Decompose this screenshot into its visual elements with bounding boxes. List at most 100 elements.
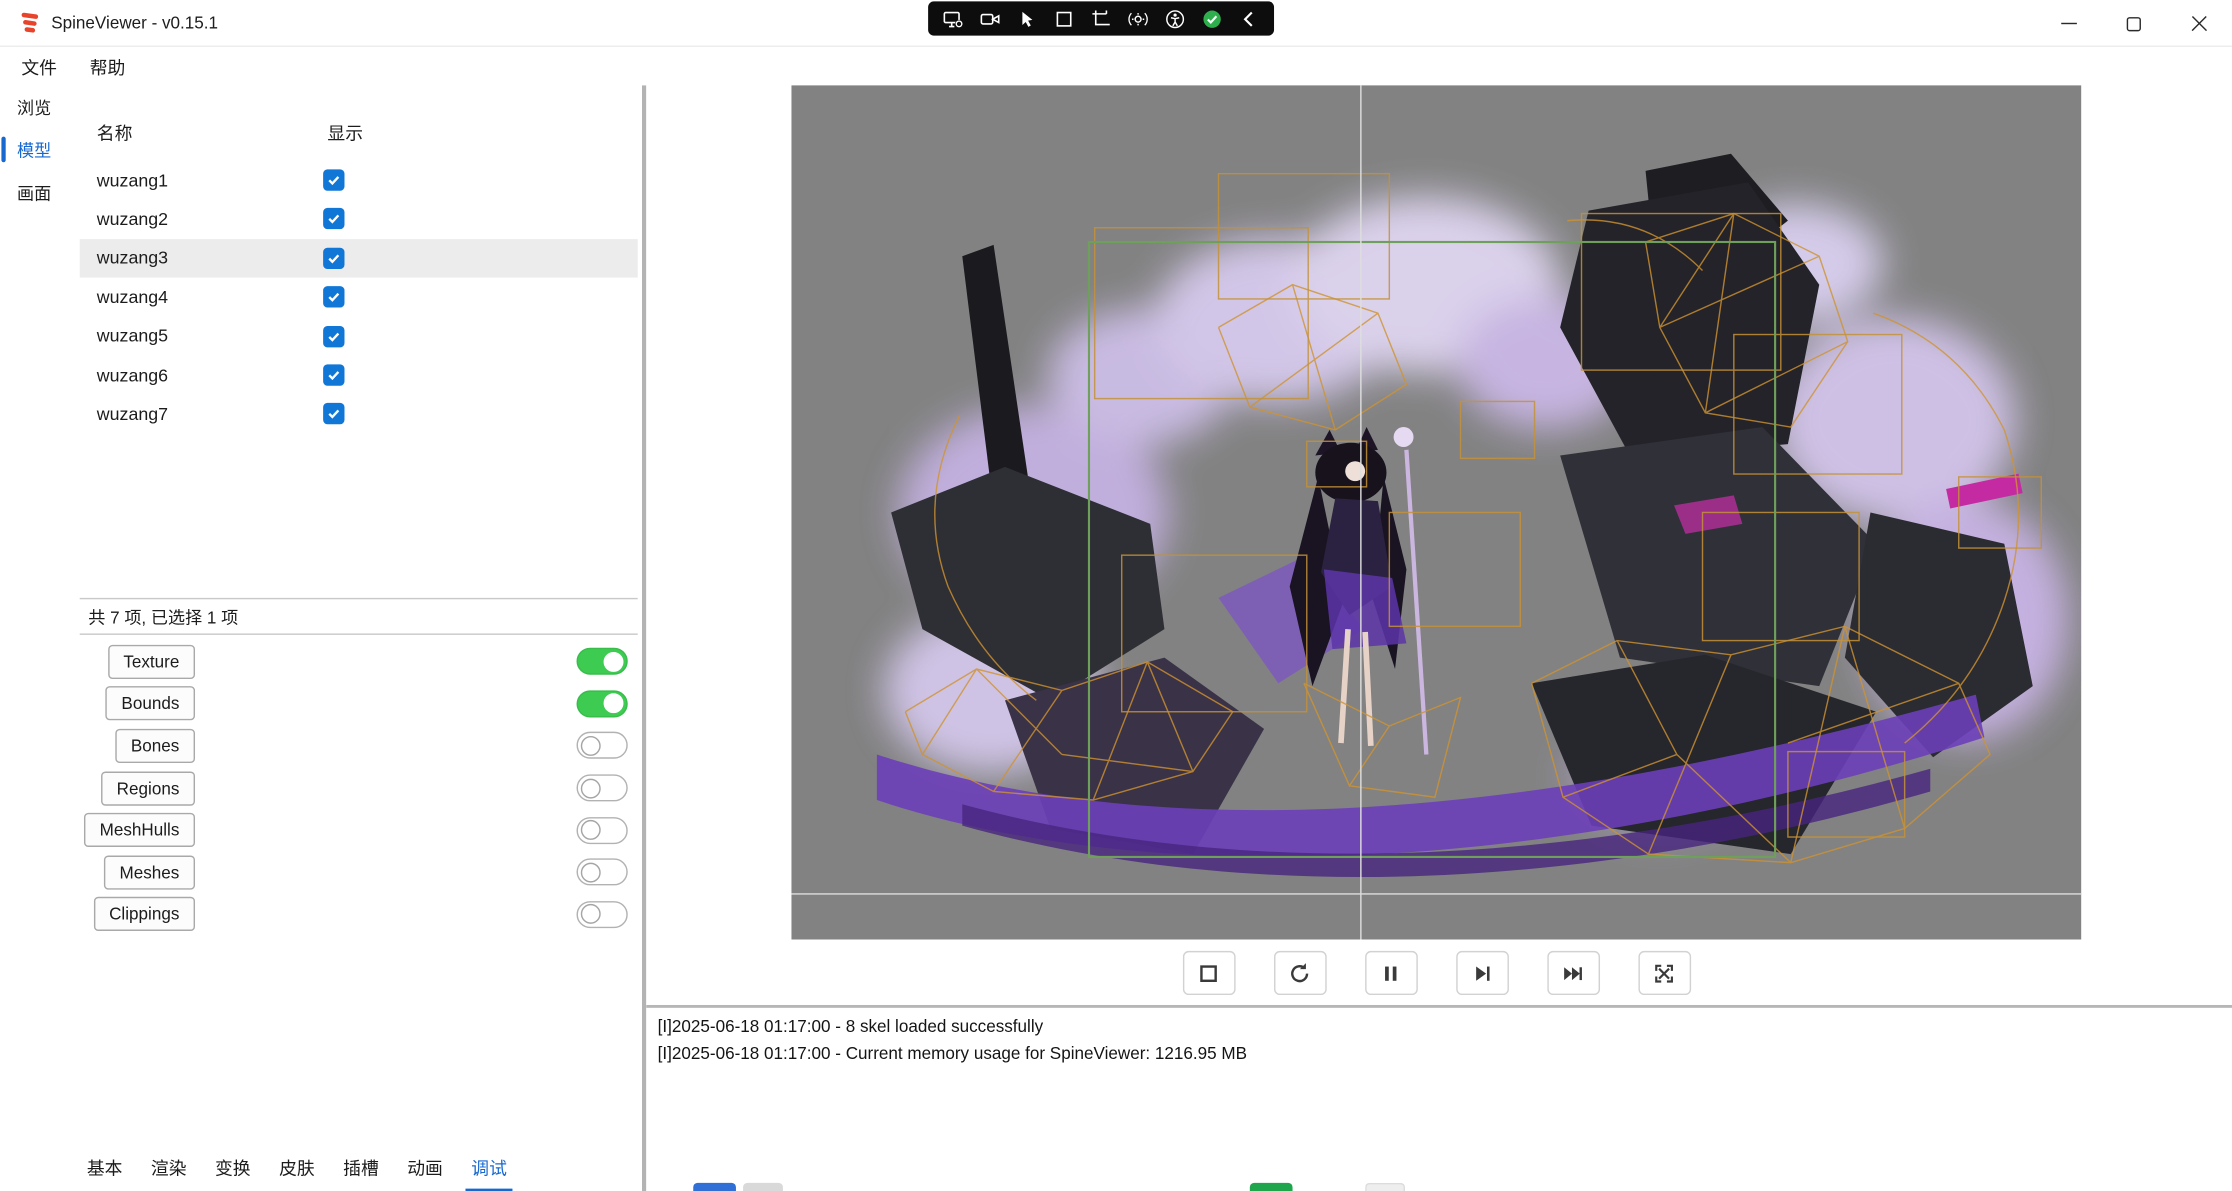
menu-bar: 文件 帮助 [0, 47, 2232, 85]
toggle-knob [581, 905, 601, 925]
meshhulls-button[interactable]: MeshHulls [84, 813, 195, 847]
taskbar-peek-icon [1250, 1183, 1293, 1191]
model-row[interactable]: wuzang2 [80, 200, 638, 239]
model-row[interactable]: wuzang4 [80, 278, 638, 317]
visibility-checkbox[interactable] [323, 169, 344, 190]
camera-icon[interactable] [979, 8, 1000, 29]
tab-transform[interactable]: 变换 [211, 1146, 255, 1187]
tab-skin[interactable]: 皮肤 [275, 1146, 319, 1187]
close-button[interactable] [2167, 0, 2232, 47]
model-name: wuzang6 [97, 365, 168, 385]
debug-row: MeshHulls [80, 809, 628, 851]
model-list-header: 名称 显示 [80, 85, 638, 160]
capture-toolbar [928, 1, 1274, 35]
visibility-checkbox[interactable] [323, 403, 344, 424]
visibility-checkbox[interactable] [323, 286, 344, 307]
skip-forward-button[interactable] [1547, 951, 1600, 995]
sidebar-item-model[interactable]: 模型 [0, 128, 68, 171]
side-nav: 浏览模型画面 [0, 85, 68, 1191]
tab-debug[interactable]: 调试 [467, 1146, 511, 1187]
regions-toggle[interactable] [577, 774, 628, 801]
meshes-toggle[interactable] [577, 859, 628, 886]
replay-button[interactable] [1273, 951, 1326, 995]
render-viewport[interactable] [791, 85, 2081, 939]
minimize-button[interactable] [2036, 0, 2101, 47]
tab-animation[interactable]: 动画 [403, 1146, 447, 1187]
toggle-knob [581, 778, 601, 798]
clippings-toggle[interactable] [577, 901, 628, 928]
bones-button[interactable]: Bones [115, 729, 195, 763]
cursor-icon[interactable] [1016, 8, 1037, 29]
maximize-button[interactable] [2101, 0, 2166, 47]
visibility-checkbox[interactable] [323, 247, 344, 268]
tab-render[interactable]: 渲染 [147, 1146, 191, 1187]
skip-forward-icon [1560, 960, 1586, 986]
column-header-visible: 显示 [327, 118, 363, 145]
debug-row: Regions [80, 767, 628, 809]
display-record-icon[interactable] [942, 8, 963, 29]
titlebar[interactable]: SpineViewer - v0.15.1 [0, 0, 2232, 47]
close-icon [2191, 15, 2208, 32]
taskbar-peek-icon [693, 1183, 736, 1191]
log-line: [I]2025-06-18 01:17:00 - 8 skel loaded s… [658, 1014, 2232, 1041]
tab-slot[interactable]: 插槽 [339, 1146, 383, 1187]
log-panel: [I]2025-06-18 01:17:00 - 8 skel loaded s… [658, 1014, 2232, 1068]
sidebar-item-screen[interactable]: 画面 [0, 171, 68, 214]
preview-panel: [I]2025-06-18 01:17:00 - 8 skel loaded s… [646, 85, 2232, 1191]
crop-icon[interactable] [1090, 8, 1111, 29]
gear-icon[interactable] [1127, 8, 1148, 29]
stop-button[interactable] [1182, 951, 1235, 995]
pause-button[interactable] [1364, 951, 1417, 995]
meshes-button[interactable]: Meshes [104, 855, 195, 889]
bottom-tab-strip: 基本渲染变换皮肤插槽动画调试 [83, 1146, 512, 1187]
model-name: wuzang7 [97, 404, 168, 424]
model-name: wuzang4 [97, 287, 168, 307]
regions-button[interactable]: Regions [101, 771, 195, 805]
visibility-checkbox[interactable] [323, 364, 344, 385]
model-row[interactable]: wuzang1 [80, 161, 638, 200]
model-rows: wuzang1 wuzang2 wuzang3 wuzang4 wuzang5 … [80, 161, 638, 434]
menu-item-help[interactable]: 帮助 [90, 53, 126, 80]
horizontal-splitter[interactable] [646, 1005, 2232, 1008]
toggle-knob [604, 652, 624, 672]
visibility-checkbox[interactable] [323, 325, 344, 346]
model-panel: 名称 显示 wuzang1 wuzang2 wuzang3 wuzang4 wu… [68, 85, 642, 1191]
spine-render-canvas [791, 85, 2081, 939]
check-icon[interactable] [1201, 8, 1222, 29]
model-list: 名称 显示 wuzang1 wuzang2 wuzang3 wuzang4 wu… [80, 85, 638, 597]
debug-toggle-list: Texture Bounds Bones Regions MeshHulls M… [80, 641, 628, 936]
model-row[interactable]: wuzang6 [80, 356, 638, 395]
sidebar-item-browse[interactable]: 浏览 [0, 85, 68, 128]
model-row[interactable]: wuzang7 [80, 395, 638, 434]
fullscreen-icon [1651, 960, 1677, 986]
accessibility-icon[interactable] [1164, 8, 1185, 29]
visibility-checkbox[interactable] [323, 208, 344, 229]
tab-basic[interactable]: 基本 [83, 1146, 127, 1187]
menu-item-file[interactable]: 文件 [21, 53, 57, 80]
bounds-button[interactable]: Bounds [106, 687, 195, 721]
model-row[interactable]: wuzang3 [80, 239, 638, 278]
model-name: wuzang3 [97, 248, 168, 268]
debug-row: Clippings [80, 893, 628, 935]
texture-toggle[interactable] [577, 648, 628, 675]
app-logo-icon [19, 11, 43, 35]
model-row[interactable]: wuzang5 [80, 317, 638, 356]
fullscreen-button[interactable] [1638, 951, 1691, 995]
replay-icon [1287, 960, 1313, 986]
debug-row: Bones [80, 725, 628, 767]
meshhulls-toggle[interactable] [577, 817, 628, 844]
frame-icon[interactable] [1053, 8, 1074, 29]
texture-button[interactable]: Texture [108, 645, 195, 679]
step-forward-button[interactable] [1456, 951, 1509, 995]
collapse-icon[interactable] [1238, 8, 1259, 29]
selection-status: 共 7 项, 已选择 1 项 [80, 598, 638, 635]
spineviewer-window: SpineViewer - v0.15.1 文件 帮助 浏览模型画面 名称 显示 … [0, 0, 2232, 1191]
log-line: [I]2025-06-18 01:17:00 - Current memory … [658, 1041, 2232, 1068]
toggle-knob [604, 694, 624, 714]
toggle-knob [581, 862, 601, 882]
bones-toggle[interactable] [577, 732, 628, 759]
window-controls [2036, 0, 2232, 47]
clippings-button[interactable]: Clippings [93, 897, 195, 931]
bounds-toggle[interactable] [577, 690, 628, 717]
pause-icon [1378, 960, 1404, 986]
